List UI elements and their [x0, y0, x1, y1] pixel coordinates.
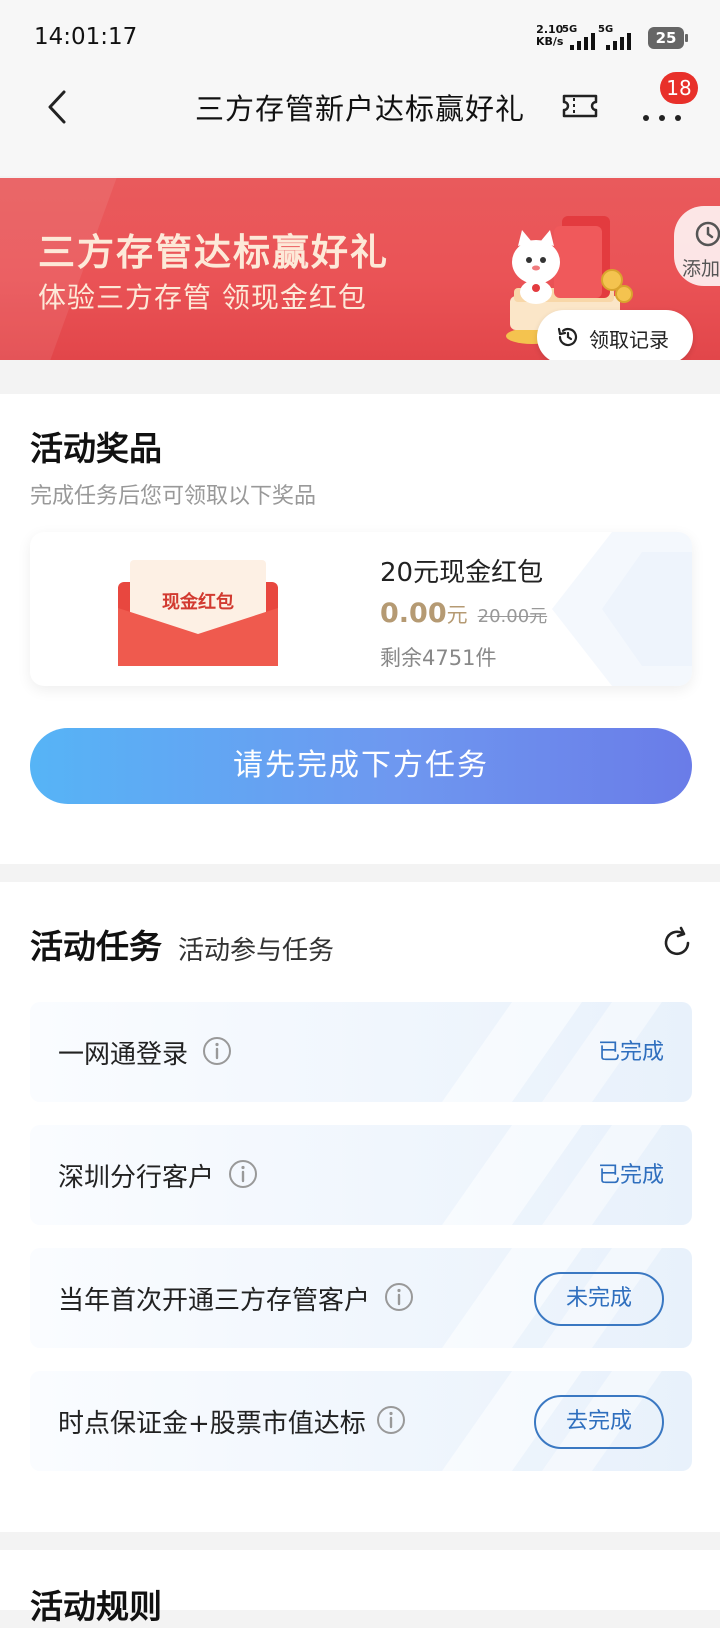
rules-section-title: 活动规则 — [30, 1587, 162, 1626]
ticket-icon — [562, 94, 598, 118]
red-envelope-icon — [118, 560, 278, 666]
promo-banner: 三方存管达标赢好礼 体验三方存管 领现金红包 添加 领取记录 — [0, 178, 720, 360]
price-row: 0.00元 20.00元 — [380, 598, 547, 634]
claim-records-label: 领取记录 — [589, 328, 669, 352]
price-current: 0.00 — [380, 598, 447, 629]
signal-icon-sim2: 5G — [598, 24, 632, 50]
add-shortcut-label: 添加 — [682, 258, 720, 280]
claim-records-button[interactable]: 领取记录 — [537, 310, 693, 360]
task-status: 已完成 — [597, 1040, 664, 1065]
task-section-subtitle: 活动参与任务 — [178, 936, 335, 966]
network-speed: 2.10 KB/s — [536, 24, 563, 48]
task-section-title: 活动任务 — [30, 927, 162, 966]
status-bar: 14:01:17 2.10 KB/s 5G 5G 25 — [0, 0, 720, 72]
task-label: 深圳分行客户 — [58, 1163, 215, 1193]
go-complete-button[interactable]: 去完成 — [534, 1395, 664, 1449]
task-row: 一网通登录 已完成 — [30, 1002, 692, 1102]
rules-section: 活动规则 — [0, 1550, 720, 1626]
history-icon — [557, 327, 578, 347]
task-section: 活动任务 活动参与任务 一网通登录 已完成 深圳分行客户 已完成 当年首次开通三… — [0, 882, 720, 1532]
task-label: 时点保证金+股票市值达标 — [58, 1409, 366, 1439]
task-incomplete-button[interactable]: 未完成 — [534, 1272, 664, 1326]
add-shortcut-tab[interactable]: 添加 — [674, 206, 720, 286]
ticket-button[interactable] — [560, 88, 600, 124]
prize-section-title: 活动奖品 — [30, 429, 162, 468]
page-title: 三方存管新户达标赢好礼 — [194, 92, 525, 126]
prize-section: 活动奖品 完成任务后您可领取以下奖品 现金红包 20元现金红包 0.00元 20.… — [0, 394, 720, 864]
status-time: 14:01:17 — [34, 24, 138, 50]
price-unit: 元 — [446, 603, 468, 627]
notification-badge: 18 — [660, 72, 698, 104]
refresh-icon — [664, 926, 690, 956]
price-original: 20.00元 — [477, 606, 548, 627]
task-status: 已完成 — [597, 1163, 664, 1188]
task-row: 当年首次开通三方存管客户 未完成 — [30, 1248, 692, 1348]
network-speed-unit: KB/s — [536, 35, 564, 48]
info-icon[interactable] — [376, 1405, 406, 1435]
stock-remaining: 剩余4751件 — [380, 646, 497, 670]
envelope-text: 现金红包 — [162, 592, 234, 613]
task-label: 当年首次开通三方存管客户 — [58, 1286, 371, 1316]
info-icon[interactable] — [228, 1159, 258, 1189]
task-label: 一网通登录 — [58, 1040, 189, 1070]
banner-subtitle: 体验三方存管 领现金红包 — [38, 281, 367, 314]
prize-card: 现金红包 20元现金红包 0.00元 20.00元 剩余4751件 — [30, 532, 692, 686]
clock-add-icon — [695, 221, 720, 247]
prize-section-description: 完成任务后您可领取以下奖品 — [30, 484, 317, 509]
info-icon[interactable] — [384, 1282, 414, 1312]
page-header: 三方存管新户达标赢好礼 18 — [0, 72, 720, 176]
prize-name: 20元现金红包 — [380, 558, 544, 588]
info-icon[interactable] — [202, 1036, 232, 1066]
task-row: 深圳分行客户 已完成 — [30, 1125, 692, 1225]
complete-tasks-first-button[interactable]: 请先完成下方任务 — [30, 728, 692, 804]
signal-icon-sim1: 5G — [562, 24, 596, 50]
refresh-button[interactable] — [660, 926, 694, 960]
battery-icon: 25 — [648, 27, 688, 49]
task-row: 时点保证金+股票市值达标 去完成 — [30, 1371, 692, 1471]
banner-title: 三方存管达标赢好礼 — [38, 231, 389, 274]
